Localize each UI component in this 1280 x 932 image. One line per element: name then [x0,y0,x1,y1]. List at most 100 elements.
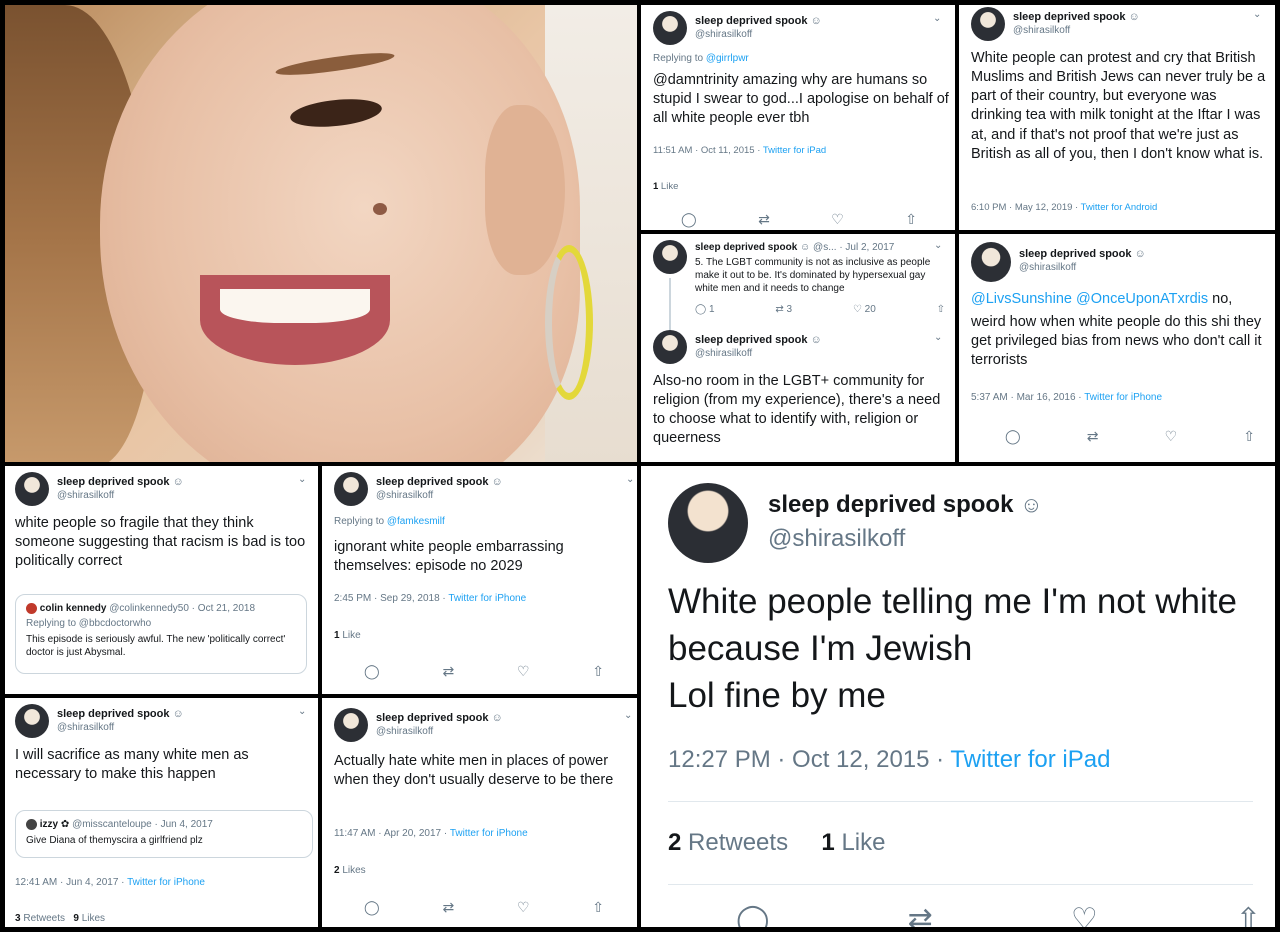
display-name[interactable]: sleep deprived spook ☺ [57,476,184,488]
source-link[interactable]: Twitter for iPad [950,746,1110,773]
share-icon[interactable]: ⇧ [1243,428,1255,445]
source-link[interactable]: Twitter for Android [1081,202,1158,213]
chevron-down-icon[interactable]: ⌄ [934,332,942,343]
chevron-down-icon[interactable]: ⌄ [934,240,942,251]
chevron-down-icon[interactable]: ⌄ [626,474,634,485]
reply-action[interactable]: ◯ 1 [695,304,715,315]
avatar[interactable] [653,330,687,364]
tweet-text: I will sacrifice as many white men as ne… [15,747,249,783]
avatar[interactable] [15,704,49,738]
display-name[interactable]: sleep deprived spook ☺ @s... · Jul 2, 20… [695,242,894,253]
avatar[interactable] [971,242,1011,282]
user-handle[interactable]: @shirasilkoff [57,490,184,501]
display-name[interactable]: sleep deprived spook ☺ [376,712,503,724]
tweet-timestamp: 11:47 AM · Apr 20, 2017 · Twitter for iP… [334,828,528,839]
timestamp-text: 5:37 AM · Mar 16, 2016 · [971,392,1085,403]
share-icon[interactable]: ⇧ [1236,902,1261,927]
share-icon[interactable]: ⇧ [592,899,604,916]
heart-icon[interactable]: ♡ [517,899,530,916]
share-icon[interactable]: ⇧ [937,304,945,315]
retweet-count-label: Retweets [681,829,789,856]
tweet-card-6[interactable]: sleep deprived spook ☺ @shirasilkoff ⌄ w… [5,466,318,694]
tweet-card-9[interactable]: sleep deprived spook ☺ @shirasilkoff ⌄ A… [322,698,637,927]
source-link[interactable]: Twitter for iPhone [127,877,205,888]
user-handle[interactable]: @shirasilkoff [376,490,503,501]
display-name[interactable]: sleep deprived spook ☺ [768,491,1043,519]
chevron-down-icon[interactable]: ⌄ [298,706,306,717]
user-handle[interactable]: @shirasilkoff [695,29,822,40]
like-action[interactable]: ♡ 20 [853,304,876,315]
reply-icon[interactable]: ◯ [681,211,697,228]
avatar[interactable] [334,708,368,742]
retweet-icon[interactable]: ⇄ [442,663,454,680]
reply-icon[interactable]: ◯ [1005,428,1021,445]
chevron-down-icon[interactable]: ⌄ [298,474,306,485]
display-name[interactable]: sleep deprived spook ☺ [695,15,822,27]
quoted-tweet[interactable]: colin kennedy @colinkennedy50 · Oct 21, … [15,594,307,674]
retweet-count[interactable]: 3 Retweets [15,913,65,924]
retweet-action[interactable]: ⇄ 3 [775,304,792,315]
share-icon[interactable]: ⇧ [905,211,917,228]
mention-link[interactable]: @LivsSunshine [971,291,1072,307]
source-link[interactable]: Twitter for iPhone [450,828,528,839]
quoted-tweet[interactable]: izzy ✿ @misscanteloupe · Jun 4, 2017 Giv… [15,810,313,858]
source-link[interactable]: Twitter for iPhone [1084,392,1162,403]
heart-icon[interactable]: ♡ [1165,428,1178,445]
user-handle[interactable]: @shirasilkoff [768,525,1043,553]
chevron-down-icon[interactable]: ⌄ [624,710,632,721]
retweet-icon[interactable]: ⇄ [1087,428,1099,445]
tweet-card-7[interactable]: sleep deprived spook ☺ @shirasilkoff ⌄ R… [322,466,637,694]
retweet-icon[interactable]: ⇄ [442,899,454,916]
source-link[interactable]: Twitter for iPhone [448,593,526,604]
display-name[interactable]: sleep deprived spook ☺ [57,708,184,720]
tweet-text: 5. The LGBT community is not as inclusiv… [695,257,931,294]
quote-text: This episode is seriously awful. The new… [26,634,286,659]
heart-icon: ♡ [852,304,862,315]
like-count[interactable]: 1 Like [821,829,885,856]
display-name[interactable]: sleep deprived spook ☺ [1019,248,1146,260]
display-name[interactable]: sleep deprived spook ☺ [376,476,503,488]
heart-icon[interactable]: ♡ [831,211,844,228]
mention-link[interactable]: @OnceUponATxrdis [1076,291,1208,307]
reply-mention-link[interactable]: @girrlpwr [706,53,749,64]
quote-handle: @colinkennedy50 · Oct 21, 2018 [109,603,256,615]
heart-icon[interactable]: ♡ [1071,902,1098,927]
user-handle[interactable]: @shirasilkoff [1019,262,1146,273]
user-handle[interactable]: @shirasilkoff [57,722,184,733]
tweet-card-5[interactable]: sleep deprived spook ☺ @shirasilkoff @Li… [959,234,1275,462]
retweet-icon[interactable]: ⇄ [908,902,933,927]
tweet-card-3[interactable]: sleep deprived spook ☺ @s... · Jul 2, 20… [641,234,955,462]
like-count[interactable]: 1 Like [653,181,678,192]
heart-icon[interactable]: ♡ [517,663,530,680]
display-name[interactable]: sleep deprived spook ☺ [695,334,822,346]
user-handle[interactable]: @shirasilkoff [376,726,503,737]
avatar[interactable] [653,11,687,45]
source-link[interactable]: Twitter for iPad [763,145,826,156]
replying-to: Replying to @girrlpwr [653,53,749,64]
avatar[interactable] [653,240,687,274]
share-icon[interactable]: ⇧ [592,663,604,680]
retweet-icon[interactable]: ⇄ [758,211,770,228]
display-name[interactable]: sleep deprived spook ☺ [1013,11,1140,23]
tweet-card-10[interactable]: sleep deprived spook ☺ @shirasilkoff Whi… [641,466,1275,927]
user-handle[interactable]: @shirasilkoff [1013,25,1140,36]
chevron-down-icon[interactable]: ⌄ [933,13,941,24]
tweet-card-1[interactable]: sleep deprived spook ☺ @shirasilkoff ⌄ R… [641,5,955,230]
avatar[interactable] [15,472,49,506]
avatar[interactable] [668,483,748,563]
like-count[interactable]: 9 Likes [73,913,105,924]
reply-icon[interactable]: ◯ [364,899,380,916]
tweet-card-8[interactable]: sleep deprived spook ☺ @shirasilkoff ⌄ I… [5,698,318,927]
like-count[interactable]: 1 Like [334,630,361,641]
avatar[interactable] [334,472,368,506]
reply-icon[interactable]: ◯ [364,663,380,680]
reply-mention-link[interactable]: @famkesmilf [387,516,445,527]
user-handle[interactable]: @shirasilkoff [695,348,822,359]
avatar[interactable] [971,7,1005,41]
reply-icon[interactable]: ◯ [736,902,770,927]
action-bar: ◯ ⇄ ♡ ⇧ [681,211,917,228]
chevron-down-icon[interactable]: ⌄ [1253,9,1261,20]
like-count[interactable]: 2 Likes [334,865,366,876]
tweet-card-2[interactable]: sleep deprived spook ☺ @shirasilkoff ⌄ W… [959,5,1275,230]
retweet-count[interactable]: 2 Retweets [668,829,788,856]
